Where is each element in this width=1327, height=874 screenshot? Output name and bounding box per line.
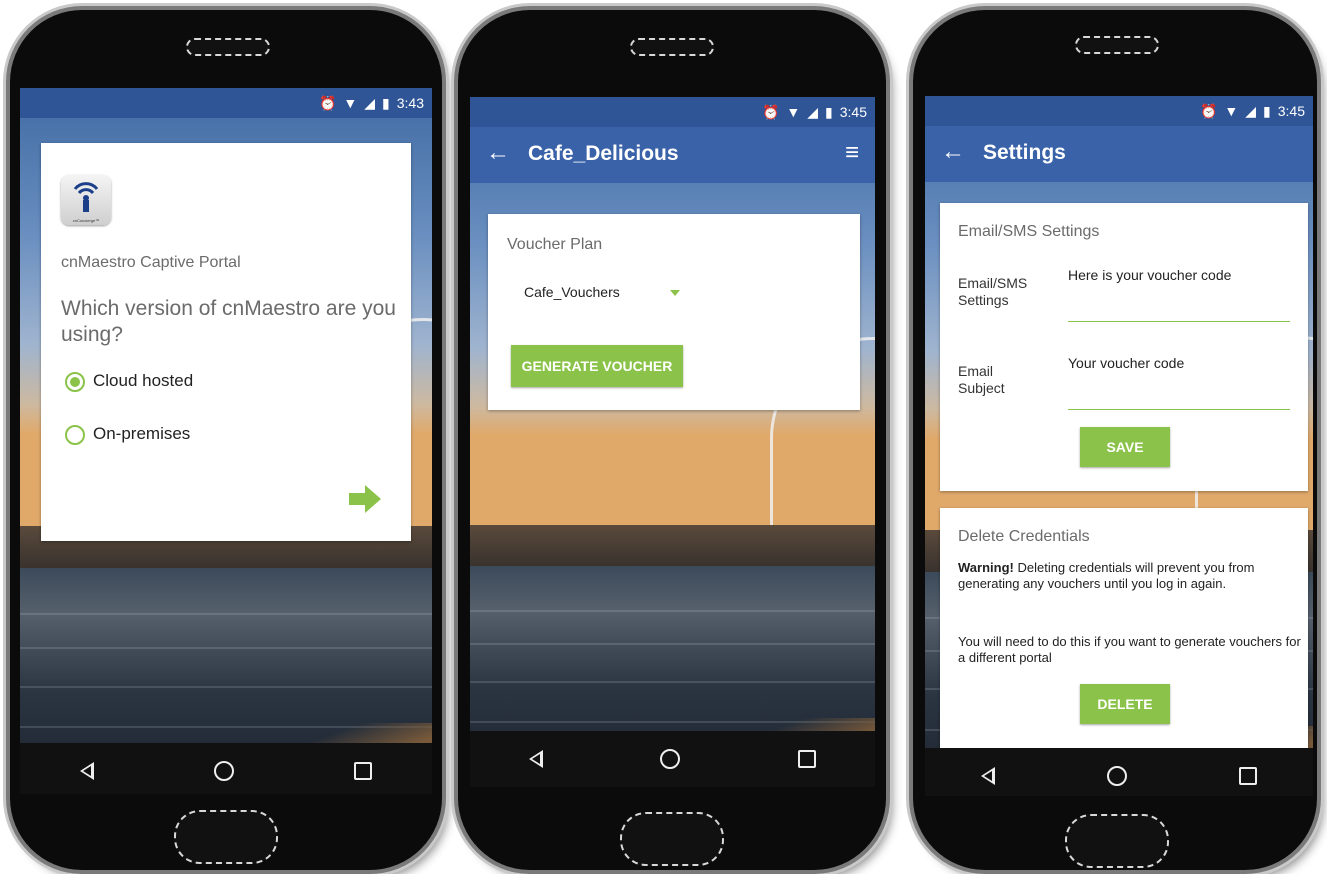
nav-recents-icon[interactable] bbox=[354, 762, 372, 780]
status-time: 3:43 bbox=[396, 95, 424, 111]
earpiece-speaker bbox=[186, 38, 270, 56]
voucher-plan-select[interactable]: Cafe_Vouchers bbox=[524, 284, 680, 306]
status-time: 3:45 bbox=[839, 104, 867, 120]
screen: ⏰ ▼ ◢ ▮ 3:43 cnConcierge™ cnMaestro Capt… bbox=[20, 88, 432, 794]
email-sms-message-field[interactable]: Here is your voucher code bbox=[1068, 267, 1290, 322]
email-subject-field[interactable]: Your voucher code bbox=[1068, 355, 1290, 410]
earpiece-speaker bbox=[630, 38, 714, 56]
option-label: Cloud hosted bbox=[93, 371, 194, 390]
section-title: Email/SMS Settings bbox=[958, 223, 1100, 240]
nav-bar bbox=[925, 748, 1313, 796]
option-label: On-premises bbox=[93, 424, 191, 443]
hardware-home-button[interactable] bbox=[1065, 814, 1169, 868]
app-logo: cnConcierge™ bbox=[61, 175, 111, 225]
wifi-icon: ▼ bbox=[343, 95, 358, 111]
phone-1: ⏰ ▼ ◢ ▮ 3:43 cnConcierge™ cnMaestro Capt… bbox=[10, 10, 442, 870]
signal-icon: ◢ bbox=[807, 103, 819, 120]
status-bar: ⏰ ▼ ◢ ▮ 3:45 bbox=[925, 96, 1313, 126]
battery-icon: ▮ bbox=[825, 103, 833, 120]
alarm-icon: ⏰ bbox=[1199, 102, 1218, 119]
phone-2: ⏰ ▼ ◢ ▮ 3:45 ← Cafe_Delicious ≡ Voucher … bbox=[458, 10, 886, 870]
selected-plan: Cafe_Vouchers bbox=[524, 284, 620, 300]
nav-back-icon[interactable] bbox=[528, 750, 543, 768]
save-button[interactable]: SAVE bbox=[1080, 427, 1170, 467]
section-title: Delete Credentials bbox=[958, 528, 1090, 545]
nav-recents-icon[interactable] bbox=[1239, 767, 1257, 785]
field2-value: Your voucher code bbox=[1068, 355, 1185, 371]
earpiece-speaker bbox=[1075, 36, 1159, 54]
back-arrow-icon[interactable]: ← bbox=[941, 140, 965, 164]
dropdown-arrow-icon[interactable] bbox=[670, 290, 680, 296]
hamburger-menu-icon[interactable]: ≡ bbox=[845, 141, 859, 165]
field2-label: Email Subject bbox=[958, 363, 1005, 396]
radio-selected-icon[interactable] bbox=[65, 372, 85, 392]
nav-home-icon[interactable] bbox=[660, 749, 681, 769]
nav-back-icon[interactable] bbox=[80, 762, 94, 780]
battery-icon: ▮ bbox=[1263, 102, 1271, 119]
voucher-card: Voucher Plan Cafe_Vouchers GENERATE VOUC… bbox=[488, 214, 860, 410]
hardware-home-button[interactable] bbox=[174, 810, 278, 864]
version-question: Which version of cnMaestro are you using… bbox=[61, 297, 396, 346]
status-bar: ⏰ ▼ ◢ ▮ 3:43 bbox=[20, 88, 432, 118]
nav-recents-icon[interactable] bbox=[798, 750, 817, 768]
delete-credentials-card: Delete Credentials Warning! Deleting cre… bbox=[940, 508, 1308, 748]
voucher-plan-label: Voucher Plan bbox=[507, 236, 603, 253]
warning-text: Warning! Deleting credentials will preve… bbox=[958, 560, 1303, 592]
nav-bar bbox=[470, 731, 875, 787]
signal-icon: ◢ bbox=[364, 94, 376, 111]
generate-voucher-button[interactable]: GENERATE VOUCHER bbox=[511, 345, 683, 387]
signal-icon: ◢ bbox=[1245, 102, 1257, 119]
wifi-icon: ▼ bbox=[1224, 103, 1239, 119]
option-on-premises[interactable]: On-premises bbox=[65, 423, 265, 447]
nav-home-icon[interactable] bbox=[1107, 766, 1127, 786]
alarm-icon: ⏰ bbox=[761, 103, 780, 120]
battery-icon: ▮ bbox=[382, 94, 390, 111]
app-name: cnMaestro Captive Portal bbox=[61, 254, 241, 271]
back-arrow-icon[interactable]: ← bbox=[486, 141, 510, 165]
nav-bar bbox=[20, 743, 432, 794]
app-bar: ← Settings bbox=[925, 126, 1313, 182]
option-cloud-hosted[interactable]: Cloud hosted bbox=[65, 370, 265, 394]
screen: ⏰ ▼ ◢ ▮ 3:45 ← Cafe_Delicious ≡ Voucher … bbox=[470, 97, 875, 787]
status-bar: ⏰ ▼ ◢ ▮ 3:45 bbox=[470, 97, 875, 127]
background-photo bbox=[470, 97, 875, 787]
portal-selection-card: cnConcierge™ cnMaestro Captive Portal Wh… bbox=[41, 143, 411, 541]
alarm-icon: ⏰ bbox=[318, 94, 337, 111]
field1-value: Here is your voucher code bbox=[1068, 267, 1232, 283]
phone-3: ⏰ ▼ ◢ ▮ 3:45 ← Settings Email/SMS Settin… bbox=[913, 10, 1317, 870]
delete-button[interactable]: DELETE bbox=[1080, 684, 1170, 724]
email-sms-settings-card: Email/SMS Settings Email/SMS Settings He… bbox=[940, 203, 1308, 491]
app-bar: ← Cafe_Delicious ≡ bbox=[470, 127, 875, 183]
nav-home-icon[interactable] bbox=[214, 761, 234, 781]
nav-back-icon[interactable] bbox=[981, 767, 995, 785]
radio-unselected-icon[interactable] bbox=[65, 425, 85, 445]
page-title: Cafe_Delicious bbox=[528, 142, 679, 165]
logo-caption: cnConcierge™ bbox=[72, 218, 100, 223]
wifi-icon: ▼ bbox=[786, 104, 801, 120]
page-title: Settings bbox=[983, 141, 1066, 164]
arrow-right-icon[interactable] bbox=[347, 483, 383, 515]
field1-label: Email/SMS Settings bbox=[958, 275, 1028, 308]
status-time: 3:45 bbox=[1277, 103, 1305, 119]
hardware-home-button[interactable] bbox=[620, 812, 724, 866]
screen: ⏰ ▼ ◢ ▮ 3:45 ← Settings Email/SMS Settin… bbox=[925, 96, 1313, 796]
wifi-tower-icon bbox=[73, 182, 99, 212]
warning-bold: Warning! bbox=[958, 560, 1014, 575]
info-text: You will need to do this if you want to … bbox=[958, 634, 1301, 665]
